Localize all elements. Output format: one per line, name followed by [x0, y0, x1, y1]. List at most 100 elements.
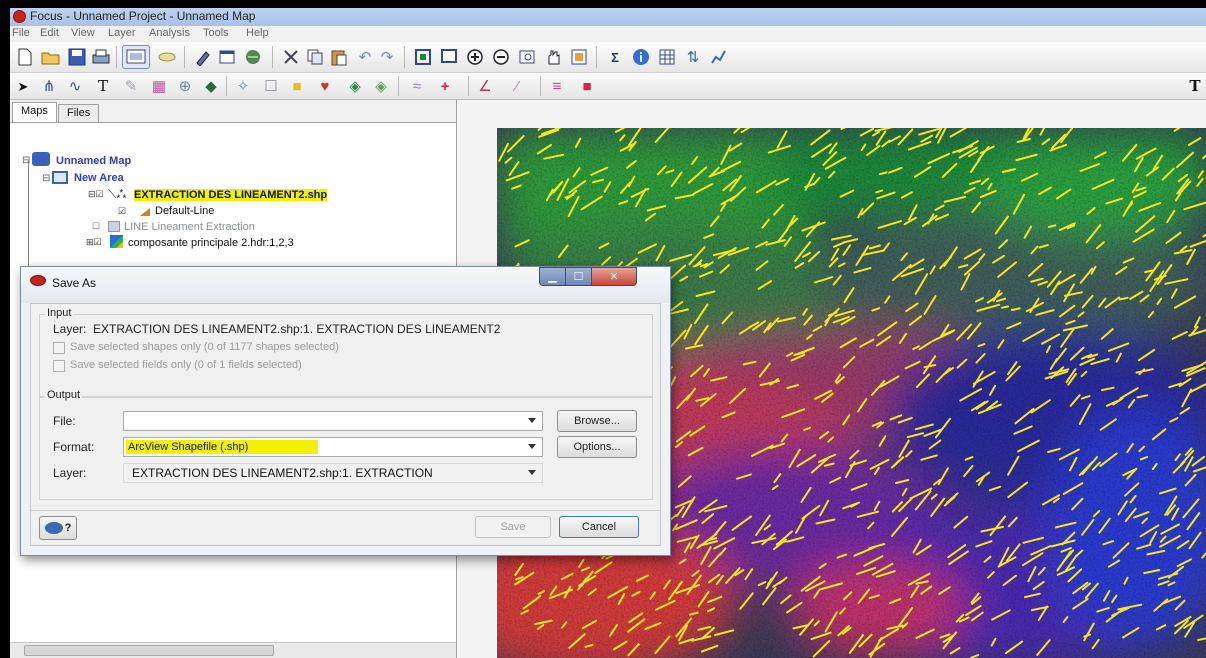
line-width-icon[interactable]: ≡ [546, 75, 568, 97]
table-icon[interactable] [656, 46, 678, 68]
node-icon[interactable]: ⋔ [38, 75, 60, 97]
minimize-button[interactable]: ▁ [539, 267, 566, 286]
open-icon[interactable] [40, 46, 62, 68]
layers-icon[interactable] [242, 46, 264, 68]
chevron-down-icon[interactable] [528, 470, 536, 475]
text-icon[interactable]: T [92, 75, 114, 97]
extent-icon[interactable] [568, 46, 590, 68]
sort-icon[interactable]: ⇅ [682, 46, 704, 68]
font-icon[interactable]: T [1184, 75, 1206, 97]
tree-layer-name[interactable]: EXTRACTION DES LINEAMENT2.shp [132, 189, 329, 201]
file-path-input[interactable] [123, 411, 543, 431]
style-checkbox[interactable]: ☑ [118, 206, 126, 217]
menu-file[interactable]: File [12, 27, 30, 39]
cut-icon[interactable] [280, 46, 302, 68]
zoom-out-icon[interactable] [490, 46, 512, 68]
copy-icon[interactable] [304, 46, 326, 68]
save-selected-shapes-label: Save selected shapes only (0 of 1177 sha… [70, 341, 339, 353]
menu-analysis[interactable]: Analysis [149, 27, 190, 39]
scroll-thumb[interactable] [24, 645, 274, 656]
tree-expander[interactable]: ⊟ [22, 155, 30, 166]
close-button[interactable]: ✕ [591, 267, 637, 286]
menu-edit[interactable]: Edit [40, 27, 59, 39]
pointer-icon[interactable]: ➤ [12, 75, 34, 97]
grid-icon[interactable]: ☐ [260, 75, 282, 97]
tree-line-item[interactable]: LINE Lineament Extraction [124, 221, 255, 233]
tab-maps[interactable]: Maps [12, 102, 57, 122]
format-select[interactable]: ArcView Shapefile (.shp) [123, 437, 543, 457]
symbol-icon[interactable]: ✧ [232, 75, 254, 97]
save-selected-shapes-checkbox[interactable] [53, 342, 65, 354]
help-icon [44, 522, 63, 534]
save-icon[interactable] [66, 46, 88, 68]
output-layer-select[interactable]: EXTRACTION DES LINEAMENT2.shp:1. EXTRACT… [123, 463, 543, 483]
new-icon[interactable] [14, 46, 36, 68]
tree-style-name[interactable]: Default-Line [155, 205, 214, 217]
app-window: Focus - Unnamed Project - Unnamed Map Fi… [10, 8, 1206, 658]
chart-icon[interactable] [708, 46, 730, 68]
vertex-icon[interactable]: ⊕ [174, 75, 196, 97]
help-button[interactable]: ? [39, 516, 77, 540]
undo-icon[interactable]: ↶ [354, 46, 376, 68]
chevron-down-icon[interactable] [528, 444, 536, 449]
save-button[interactable]: Save [475, 516, 551, 538]
shapes-icon[interactable]: ▦ [148, 75, 170, 97]
stats-icon[interactable]: Σ [604, 46, 626, 68]
color-icon[interactable]: ■ [286, 75, 308, 97]
tab-files[interactable]: Files [58, 104, 100, 122]
fill-icon[interactable]: ◆ [200, 75, 222, 97]
zoom-select-icon[interactable] [516, 46, 538, 68]
cancel-button[interactable]: Cancel [559, 516, 639, 538]
menu-view[interactable]: View [71, 27, 95, 39]
line-color-icon[interactable]: ∠ [474, 75, 496, 97]
menu-tools[interactable]: Tools [203, 27, 229, 39]
layer-checkbox[interactable]: ⊟☑ [88, 189, 104, 200]
save-selected-fields-label: Save selected fields only (0 of 1 fields… [70, 359, 302, 371]
raster-checkbox[interactable]: ⊞☑ [86, 237, 102, 248]
tree-raster-name[interactable]: composante principale 2.hdr:1,2,3 [128, 237, 294, 249]
paste-icon[interactable] [328, 46, 350, 68]
scale-icon[interactable]: ≈ [406, 75, 428, 97]
screen-icon[interactable] [122, 45, 150, 69]
line-checkbox[interactable]: ☐ [92, 221, 100, 232]
tree-expander[interactable]: ⊟ [42, 173, 50, 184]
maximize-button[interactable]: ☐ [565, 267, 592, 286]
zoom-in-icon[interactable] [464, 46, 486, 68]
layer-stack2-icon[interactable]: ◈ [370, 75, 392, 97]
vector-icon [108, 221, 120, 232]
zoom-full-icon[interactable] [412, 46, 434, 68]
info-icon[interactable] [630, 46, 652, 68]
polyline-icon[interactable]: ∿ [64, 75, 86, 97]
output-layer-label: Layer: [53, 466, 87, 480]
zoom-box-icon[interactable] [438, 46, 460, 68]
app-icon [13, 10, 26, 23]
crosshair-icon[interactable]: + [434, 75, 456, 97]
menu-layer[interactable]: Layer [108, 27, 136, 39]
layer-stack-icon[interactable]: ◈ [344, 75, 366, 97]
layer-value: EXTRACTION DES LINEAMENT2.shp:1. EXTRACT… [93, 322, 501, 336]
dialog-title-bar[interactable]: Save As ▁ ☐ ✕ [21, 267, 670, 303]
tree-map-name[interactable]: Unnamed Map [56, 155, 131, 167]
save-as-dialog: Save As ▁ ☐ ✕ Input Layer: EXTRACTION DE… [20, 266, 671, 556]
link-icon[interactable] [156, 46, 178, 68]
horizontal-scrollbar[interactable] [10, 642, 456, 658]
title-bar: Focus - Unnamed Project - Unnamed Map [10, 8, 1206, 26]
print-icon[interactable] [90, 46, 112, 68]
format-label: Format: [53, 440, 95, 454]
menu-help[interactable]: Help [246, 27, 269, 39]
browse-button[interactable]: Browse... [557, 410, 637, 432]
chevron-down-icon[interactable] [528, 418, 536, 423]
fill-color-icon[interactable]: ■ [576, 75, 598, 97]
options-button[interactable]: Options... [557, 436, 637, 458]
pen-icon[interactable] [192, 46, 214, 68]
redo-icon[interactable]: ↷ [376, 46, 398, 68]
label-icon[interactable]: ✎ [120, 75, 142, 97]
save-selected-fields-checkbox[interactable] [53, 360, 65, 372]
window-icon[interactable] [216, 46, 238, 68]
panel-tabs: Maps Files [10, 100, 456, 123]
pan-icon[interactable] [542, 46, 564, 68]
tree-area-name[interactable]: New Area [74, 172, 124, 184]
window-title: Focus - Unnamed Project - Unnamed Map [30, 9, 256, 23]
line-style-icon[interactable]: ⁄ [506, 75, 528, 97]
legend-icon[interactable]: ♥ [314, 75, 336, 97]
